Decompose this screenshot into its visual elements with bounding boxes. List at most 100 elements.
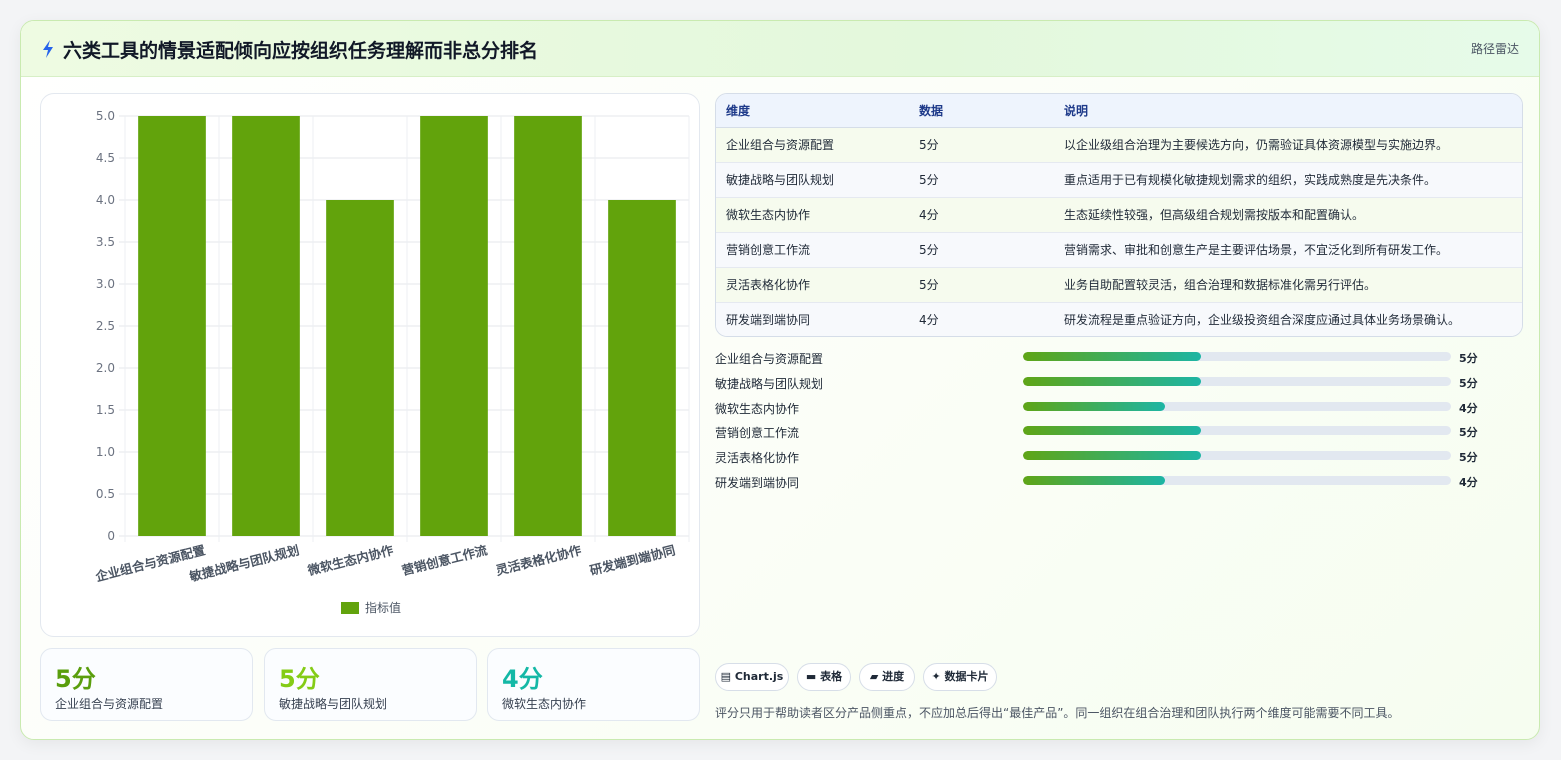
progress-row: 灵活表格化协作 5分: [715, 446, 1523, 471]
y-tick-label: 3.0: [96, 277, 115, 291]
page-title: 六类工具的情景适配倾向应按组织任务理解而非总分排名: [63, 40, 539, 62]
table-cell: 营销需求、审批和创意生产是主要评估场景，不宜泛化到所有研发工作。: [1054, 232, 1522, 268]
y-tick-label: 4.0: [96, 193, 115, 207]
table-cell: 生态延续性较强，但高级组合规划需按版本和配置确认。: [1054, 197, 1522, 233]
progress-label: 研发端到端协同: [715, 475, 800, 490]
table-cell: 营销创意工作流: [716, 232, 909, 268]
stat-label: 企业组合与资源配置: [55, 697, 164, 711]
y-tick-label: 5.0: [96, 109, 115, 123]
table-cell: 5分: [909, 127, 1054, 163]
table-cell: 重点适用于已有规模化敏捷规划需求的组织，实践成熟度是先决条件。: [1054, 162, 1522, 198]
x-tick-label: 灵活表格化协作: [494, 542, 583, 578]
stat-label: 敏捷战略与团队规划: [279, 697, 388, 711]
table-cell: 业务自助配置较灵活，组合治理和数据标准化需另行评估。: [1054, 267, 1522, 303]
table-cell: 研发端到端协同: [726, 313, 811, 328]
legend-label: 指标值: [365, 600, 401, 615]
table-cell: 微软生态内协作: [716, 197, 909, 233]
progress-row: 企业组合与资源配置 5分: [715, 347, 1523, 372]
stat-value: 4分: [502, 665, 543, 693]
legend-swatch: [341, 602, 359, 614]
progress-track: [1023, 451, 1451, 461]
progress-row: 微软生态内协作 4分: [715, 397, 1523, 422]
bar: [420, 116, 488, 536]
bar: [326, 200, 394, 536]
report-card: 六类工具的情景适配倾向应按组织任务理解而非总分排名 路径雷达 0 0.5 1.0 1.…: [20, 20, 1540, 740]
y-tick-label: 4.5: [96, 151, 115, 165]
progress-track: [1023, 475, 1451, 485]
bar: [514, 116, 582, 536]
progress-track: [1023, 352, 1451, 361]
stat-card: 5分 敏捷战略与团队规划: [264, 648, 477, 721]
lightning-icon: [43, 40, 53, 58]
stat-card: 5分 企业组合与资源配置: [40, 648, 253, 721]
table-cell: 企业组合与资源配置: [716, 127, 909, 163]
table-row: 研发端到端协同 4分 研发流程是重点验证方向，企业级投资组合深度应通过具体业务场…: [716, 302, 1522, 336]
progress-label: 营销创意工作流: [715, 426, 800, 441]
chip-progress: ▰ 进度: [859, 663, 915, 691]
progress-row: 营销创意工作流 5分: [715, 421, 1523, 446]
column-header: 说明: [1054, 94, 1522, 128]
card-header: 六类工具的情景适配倾向应按组织任务理解而非总分排名 路径雷达: [21, 21, 1539, 77]
table-cell: 灵活表格化协作: [716, 267, 909, 303]
table-cell: 敏捷战略与团队规划: [716, 162, 909, 198]
table-header-row: 维度 数据 说明: [716, 94, 1522, 128]
table-row: 企业组合与资源配置 5分 以企业级组合治理为主要候选方向，仍需验证具体资源模型与…: [716, 127, 1522, 163]
progress-fill: [1023, 451, 1201, 461]
progress-value: 5分: [1459, 352, 1478, 365]
table-cell: 4分: [919, 313, 939, 328]
progress-row: 敏捷战略与团队规划 5分: [715, 372, 1523, 397]
stat-card: 4分 微软生态内协作: [487, 648, 700, 721]
bar: [232, 116, 300, 536]
table-cell: 以企业级组合治理为主要候选方向，仍需验证具体资源模型与实施边界。: [1054, 127, 1522, 163]
y-tick-label: 2.0: [96, 361, 115, 375]
table-row: 营销创意工作流 5分 营销需求、审批和创意生产是主要评估场景，不宜泛化到所有研发…: [716, 232, 1522, 268]
progress-label: 微软生态内协作: [715, 401, 800, 416]
table-cell: 5分: [909, 232, 1054, 268]
progress-value: 5分: [1459, 426, 1478, 440]
y-tick-label: 0.5: [96, 487, 115, 501]
progress-row: 研发端到端协同 4分: [715, 471, 1523, 496]
y-tick-label: 2.5: [96, 319, 115, 333]
bar-chart-panel: 0 0.5 1.0 1.5 2.0 2.5 3.0 3.5 4.0 4.5 5.0 企业组合与资源配置…: [40, 93, 700, 637]
y-tick-label: 3.5: [96, 235, 115, 249]
y-tick-label: 1.0: [96, 445, 115, 459]
stat-value: 5分: [55, 665, 96, 693]
y-tick-label: 1.5: [96, 403, 115, 417]
table-cell: 5分: [909, 162, 1054, 198]
stat-value: 5分: [279, 665, 320, 693]
progress-value: 4分: [1459, 401, 1478, 415]
progress-fill: [1023, 352, 1201, 361]
header-tag: 路径雷达: [1470, 42, 1519, 56]
table-cell: 研发流程是重点验证方向，企业级投资组合深度应通过具体业务场景确认。: [1064, 313, 1461, 328]
table-cell: 5分: [909, 267, 1054, 303]
table-row: 微软生态内协作 4分 生态延续性较强，但高级组合规划需按版本和配置确认。: [716, 197, 1522, 233]
table-row: 灵活表格化协作 5分 业务自助配置较灵活，组合治理和数据标准化需另行评估。: [716, 267, 1522, 303]
y-tick-label: 0: [107, 529, 115, 543]
x-tick-label: 营销创意工作流: [400, 542, 489, 578]
bar: [138, 116, 206, 536]
data-table: 维度 数据 说明 企业组合与资源配置 5分 以企业级组合治理为主要候选方向，仍需…: [715, 93, 1523, 337]
progress-fill: [1023, 475, 1166, 485]
footnote: 评分只用于帮助读者区分产品侧重点，不应加总后得出“最佳产品”。同一组织在组合治理…: [715, 706, 1400, 720]
progress-fill: [1023, 376, 1201, 386]
progress-fill: [1023, 426, 1201, 436]
progress-label: 灵活表格化协作: [715, 451, 800, 466]
progress-label: 企业组合与资源配置: [715, 352, 824, 366]
progress-value: 5分: [1459, 451, 1478, 465]
table-cell: 4分: [909, 197, 1054, 233]
progress-value: 4分: [1459, 475, 1478, 489]
table-row: 敏捷战略与团队规划 5分 重点适用于已有规模化敏捷规划需求的组织，实践成熟度是先…: [716, 162, 1522, 198]
chip-table: ▬ 表格: [797, 663, 851, 691]
bar: [608, 200, 676, 536]
progress-fill: [1023, 401, 1166, 411]
x-tick-label: 研发端到端协同: [588, 542, 677, 578]
chip-chartjs: ▤ Chart.js: [715, 663, 789, 691]
column-header: 数据: [909, 94, 1054, 128]
stat-label: 微软生态内协作: [502, 697, 587, 711]
progress-label: 敏捷战略与团队规划: [715, 376, 824, 391]
bar-chart: 00.51.01.52.02.53.03.54.04.55.0企业组合与资源配置…: [93, 109, 690, 615]
progress-list: 企业组合与资源配置 5分 敏捷战略与团队规划 5分 微软生态内协作 4分 营销创…: [715, 347, 1523, 496]
x-tick-label: 微软生态内协作: [305, 542, 395, 578]
progress-value: 5分: [1459, 376, 1478, 390]
column-header: 维度: [716, 94, 909, 128]
